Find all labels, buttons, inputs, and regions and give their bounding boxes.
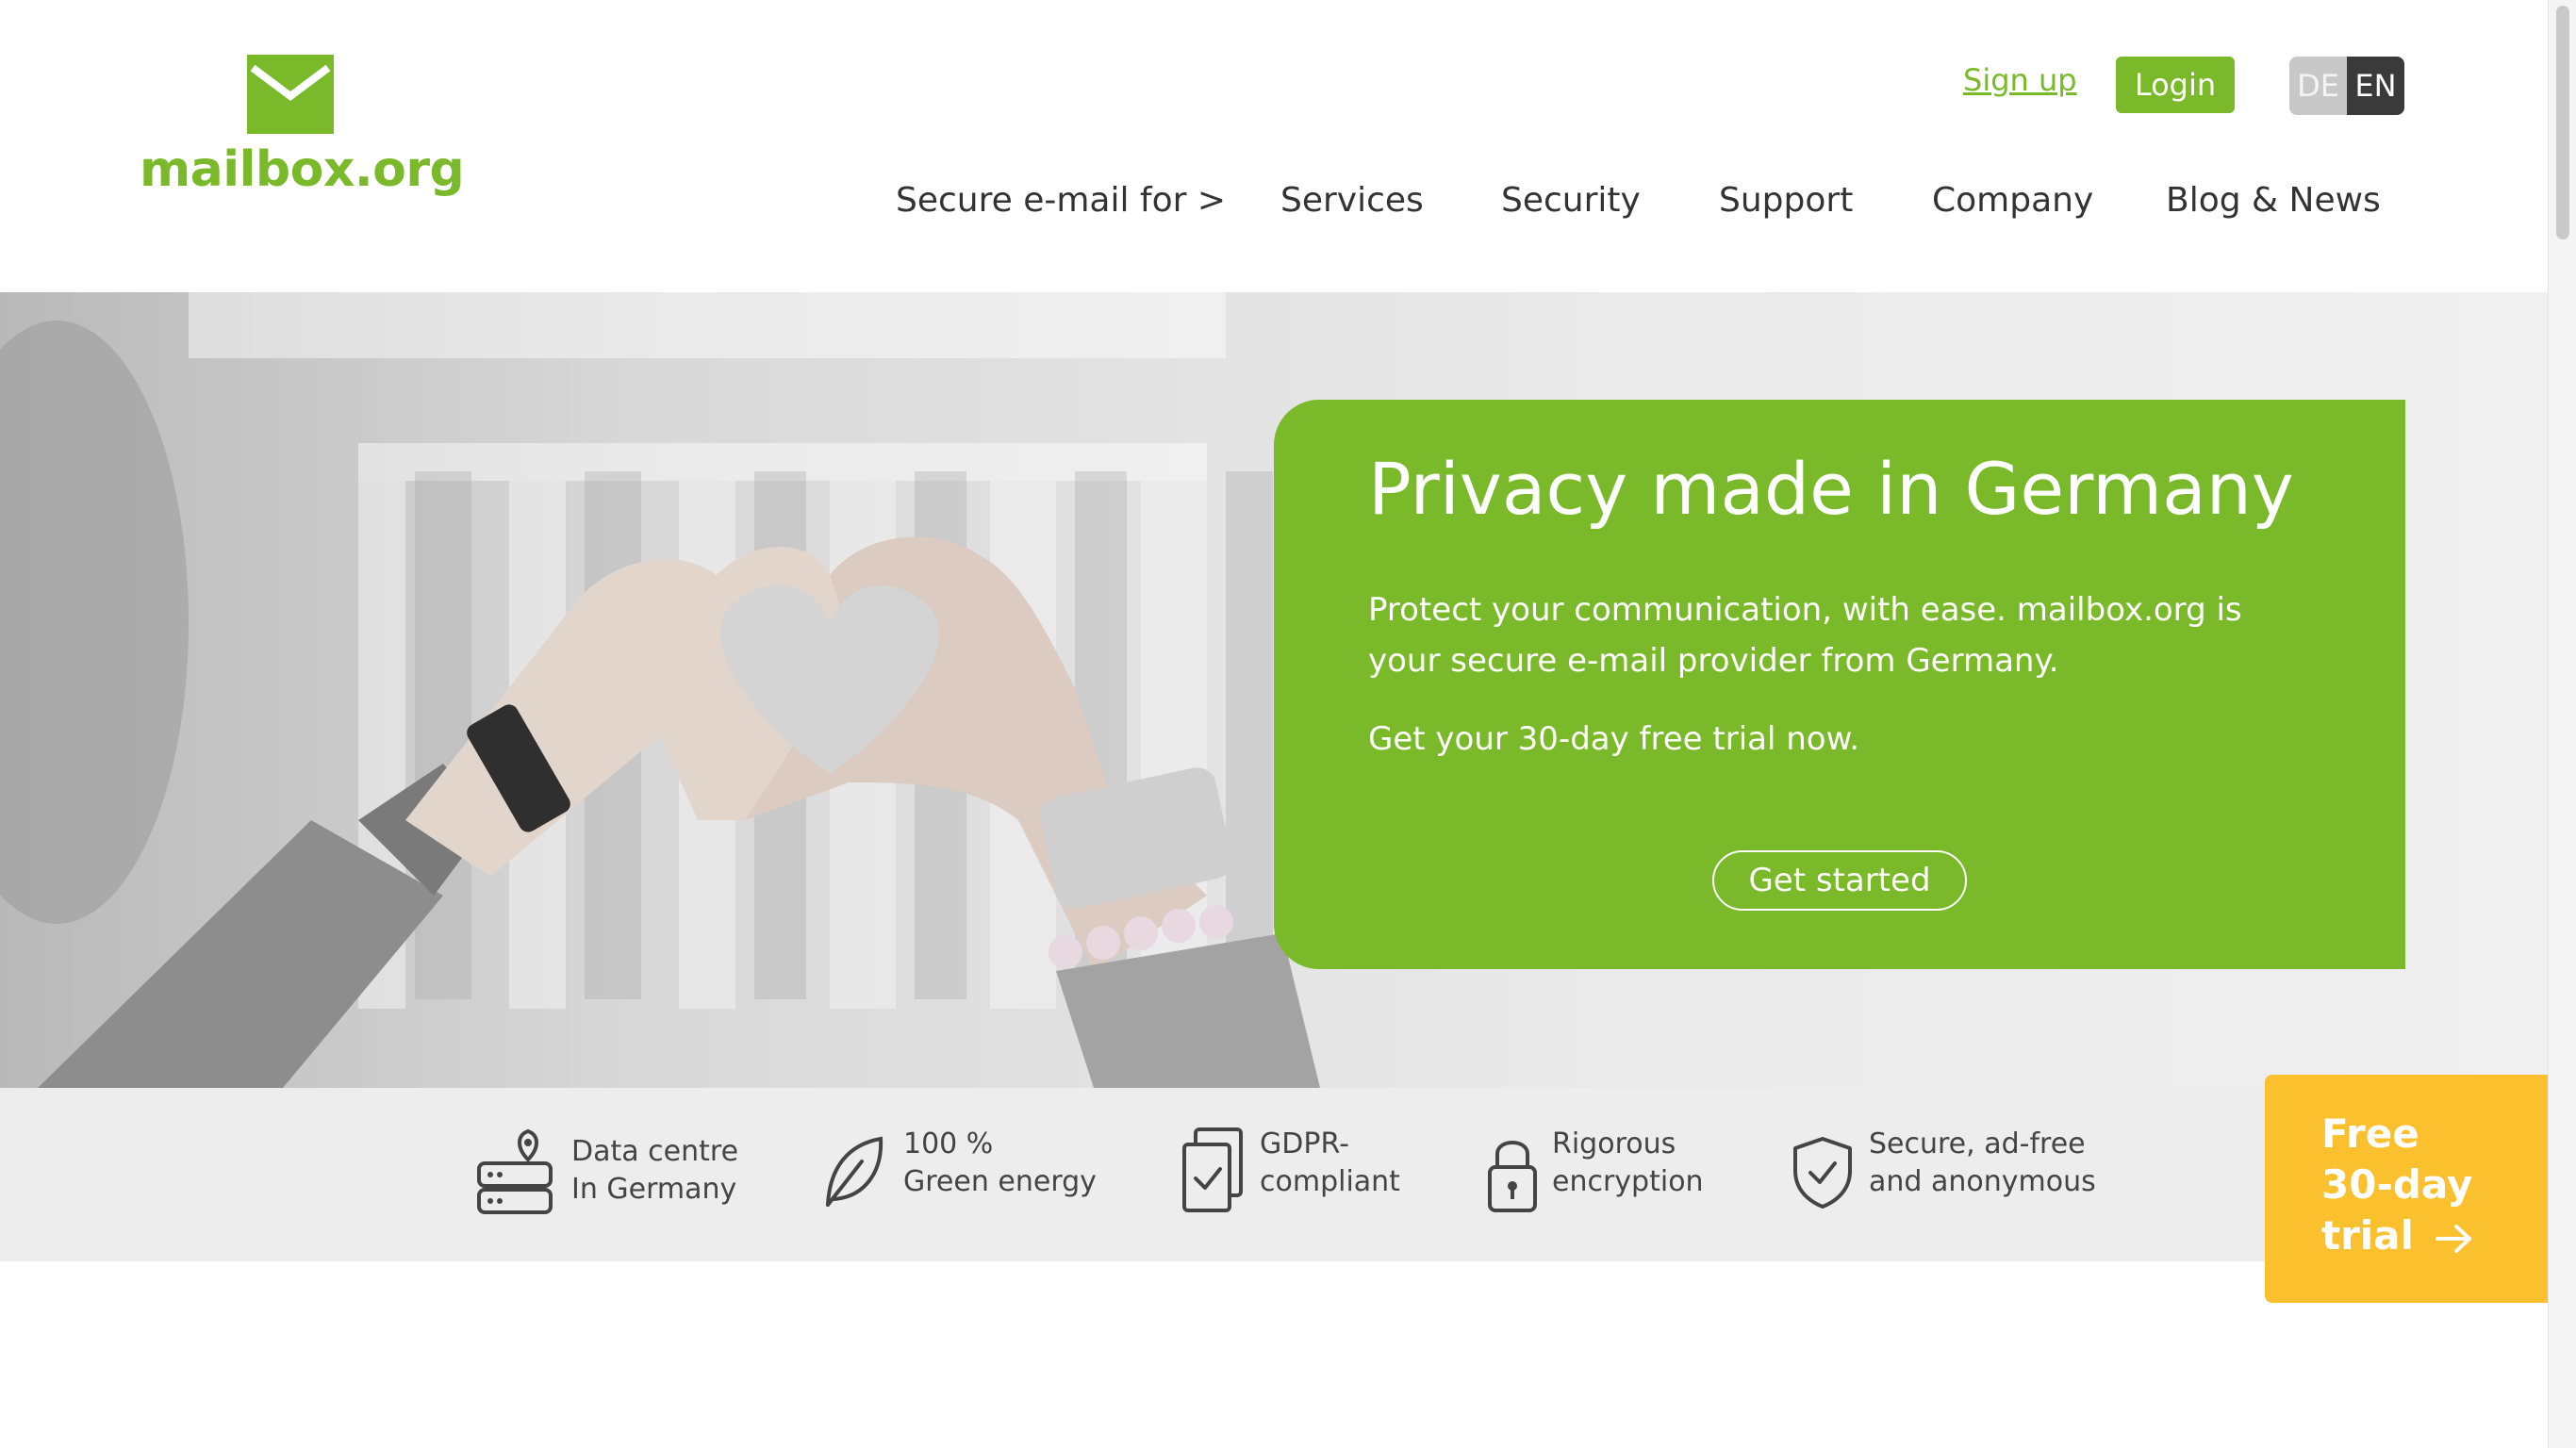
hero-title: Privacy made in Germany xyxy=(1368,447,2294,531)
nav-blog-news[interactable]: Blog & News xyxy=(2166,181,2381,220)
login-button[interactable]: Login xyxy=(2116,57,2235,113)
logo-text: mailbox.org xyxy=(140,141,465,198)
document-check-icon xyxy=(1182,1127,1243,1212)
logo[interactable]: mailbox.org xyxy=(140,55,465,215)
scrollbar[interactable] xyxy=(2548,0,2576,1448)
feature-line2: Green energy xyxy=(903,1165,1097,1198)
features-bar: Data centre In Germany 100 % Green energ… xyxy=(0,1088,2548,1261)
free-trial-button[interactable]: Free 30-day trial xyxy=(2265,1075,2548,1303)
site-header: mailbox.org Sign up Login DE EN Secure e… xyxy=(0,0,2548,292)
nav-secure-email[interactable]: Secure e-mail for > xyxy=(896,181,1226,220)
shield-check-icon xyxy=(1793,1137,1852,1209)
hero-text: Protect your communication, with ease. m… xyxy=(1368,591,2242,680)
feature-line1: Rigorous xyxy=(1552,1127,1676,1160)
trial-line2: 30-day xyxy=(2321,1161,2473,1208)
feature-line1: Data centre xyxy=(571,1135,739,1168)
nav-services[interactable]: Services xyxy=(1280,181,1424,220)
hero-section: Privacy made in Germany Protect your com… xyxy=(0,292,2548,1088)
signup-link[interactable]: Sign up xyxy=(1963,62,2077,98)
lang-en-button[interactable]: EN xyxy=(2347,57,2404,115)
feature-line2: and anonymous xyxy=(1869,1165,2096,1198)
feature-gdpr: GDPR- compliant xyxy=(1181,1126,1426,1220)
feature-line2: encryption xyxy=(1552,1165,1704,1198)
trial-line1: Free xyxy=(2321,1111,2419,1157)
leaf-icon xyxy=(826,1136,883,1207)
nav-company[interactable]: Company xyxy=(1932,181,2093,220)
feature-encryption: Rigorous encryption xyxy=(1486,1126,1731,1220)
hero-cta-text: Get your 30-day free trial now. xyxy=(1368,720,1860,758)
lang-de-button[interactable]: DE xyxy=(2289,57,2347,115)
trial-line3: trial xyxy=(2321,1212,2414,1259)
server-location-icon xyxy=(477,1128,553,1214)
nav-support[interactable]: Support xyxy=(1719,181,1853,220)
arrow-right-icon xyxy=(2435,1224,2471,1253)
feature-line1: Secure, ad-free xyxy=(1869,1127,2086,1160)
hero-card: Privacy made in Germany Protect your com… xyxy=(1274,400,2405,969)
scrollbar-thumb[interactable] xyxy=(2556,6,2569,239)
get-started-button[interactable]: Get started xyxy=(1712,850,1967,911)
envelope-icon xyxy=(247,55,334,134)
feature-line2: In Germany xyxy=(571,1173,737,1206)
nav-security[interactable]: Security xyxy=(1501,181,1641,220)
feature-green-energy: 100 % Green energy xyxy=(820,1126,1103,1220)
feature-line1: GDPR- xyxy=(1260,1127,1349,1160)
page: mailbox.org Sign up Login DE EN Secure e… xyxy=(0,0,2576,1448)
feature-line1: 100 % xyxy=(903,1127,994,1160)
feature-line2: compliant xyxy=(1260,1165,1400,1198)
feature-data-centre: Data centre In Germany xyxy=(475,1126,758,1220)
language-switcher: DE EN xyxy=(2289,57,2404,115)
lock-icon xyxy=(1488,1141,1537,1212)
feature-ad-free: Secure, ad-free and anonymous xyxy=(1792,1126,2096,1220)
